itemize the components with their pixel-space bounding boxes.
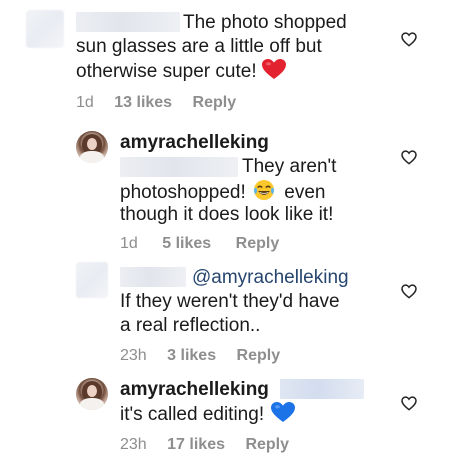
timestamp: 1d: [120, 235, 138, 252]
comment-text: otherwise super cute!: [76, 59, 286, 84]
comment-text-line: The photo shopped: [183, 12, 347, 33]
avatar[interactable]: [76, 131, 108, 163]
username[interactable]: amyrachelleking: [120, 379, 269, 401]
likes-count[interactable]: 13 likes: [114, 94, 172, 111]
comment-text-line: They aren't: [242, 156, 337, 177]
comment-text-line: otherwise super cute!: [76, 61, 257, 82]
comment-text-line: photoshopped!: [120, 182, 246, 203]
reply-button[interactable]: Reply: [193, 94, 237, 111]
username[interactable]: amyrachelleking: [120, 132, 269, 154]
likes-count[interactable]: 17 likes: [167, 436, 225, 453]
comment-text: it's called editing!: [120, 402, 296, 427]
comment-text: though it does look like it!: [120, 203, 333, 227]
blue-heart-emoji: [271, 402, 296, 422]
reply-button[interactable]: Reply: [245, 436, 289, 453]
red-heart-emoji: [261, 59, 286, 79]
comment-text-line: a real reflection..: [120, 315, 261, 336]
mention-link[interactable]: @amyrachelleking: [192, 267, 349, 288]
comment-text: sun glasses are a little off but: [76, 35, 322, 59]
mention-redacted[interactable]: [280, 379, 364, 399]
comment-text: They aren't: [242, 155, 336, 179]
avatar-redacted[interactable]: [76, 262, 108, 298]
timestamp: 1d: [76, 94, 94, 111]
mention-redacted[interactable]: [120, 157, 238, 177]
timestamp: 23h: [120, 436, 147, 453]
heart-outline-icon[interactable]: [401, 396, 417, 411]
heart-outline-icon[interactable]: [401, 150, 417, 165]
username-redacted[interactable]: [76, 12, 180, 32]
comment-meta: 1d 13 likes Reply: [76, 94, 236, 112]
username-redacted[interactable]: [120, 267, 186, 287]
comment-text: a real reflection..: [120, 314, 260, 338]
comment-text: The photo shopped: [183, 11, 347, 35]
comment-text-line: sun glasses are a little off but: [76, 36, 322, 57]
avatar-redacted[interactable]: [26, 10, 64, 48]
tears-of-joy-emoji: [253, 180, 275, 200]
comment-text: If they weren't they'd have: [120, 290, 340, 314]
comment-text-line: even: [284, 182, 326, 203]
reply-button[interactable]: Reply: [236, 235, 280, 252]
likes-count[interactable]: 5 likes: [162, 235, 211, 252]
comment-meta: 23h 17 likes Reply: [120, 436, 289, 454]
comment-meta: 1d 5 likes Reply: [120, 235, 279, 253]
comment-text-line: though it does look like it!: [120, 204, 334, 225]
comment-text-line: it's called editing!: [120, 404, 265, 425]
heart-outline-icon[interactable]: [401, 32, 417, 47]
comment-meta: 23h 3 likes Reply: [120, 347, 280, 365]
heart-outline-icon[interactable]: [401, 284, 417, 299]
likes-count[interactable]: 3 likes: [167, 347, 216, 364]
reply-button[interactable]: Reply: [237, 347, 281, 364]
timestamp: 23h: [120, 347, 147, 364]
comment-text: photoshopped! even: [120, 179, 326, 205]
comment-text-line: If they weren't they'd have: [120, 291, 340, 312]
avatar[interactable]: [76, 378, 108, 410]
comment-text: @amyrachelleking: [192, 266, 349, 290]
